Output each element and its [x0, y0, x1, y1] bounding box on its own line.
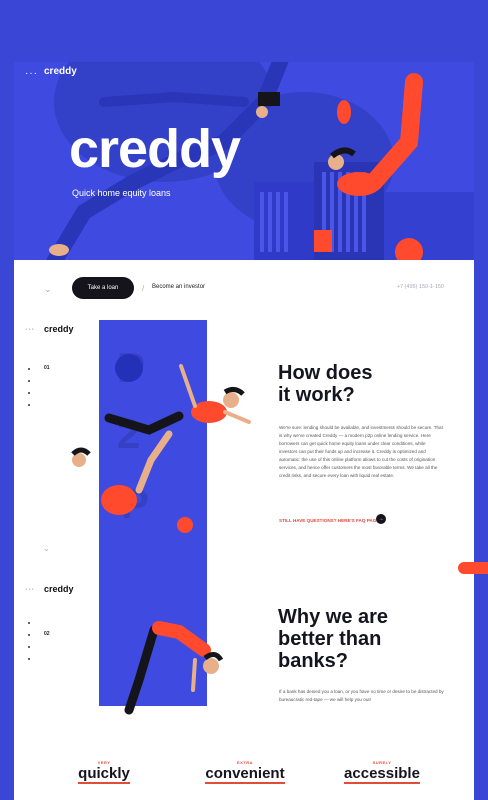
nav-bullet[interactable] [28, 634, 30, 636]
hero-section: ··· creddy creddy Quick home equity loan… [14, 62, 474, 260]
benefit-accessible: SURELY accessible [344, 760, 420, 784]
nav-bullet[interactable] [28, 658, 30, 660]
benefit-quickly: VERY quickly [78, 760, 130, 784]
menu-icon[interactable]: ··· [25, 68, 38, 79]
step-number: 02 [44, 631, 50, 637]
content-area: ··· creddy 01 ⌄ ··· creddy 02 P 2 P [14, 320, 474, 800]
side-logo[interactable]: creddy [44, 324, 74, 334]
chevron-down-icon[interactable]: ⌄ [44, 284, 52, 295]
phone-number[interactable]: +7 (495) 150-1-150 [397, 284, 444, 290]
nav-bullet[interactable] [28, 368, 30, 370]
action-bar: ⌄ Take a loan / Become an investor +7 (4… [14, 260, 474, 320]
benefit-convenient: EXTRA convenient [205, 760, 285, 784]
decorative-red-shape [458, 562, 488, 574]
illustration-column: P 2 P [71, 320, 251, 715]
figures-illustration [71, 354, 251, 715]
nav-bullet[interactable] [28, 380, 30, 382]
side-logo[interactable]: creddy [44, 584, 74, 594]
take-loan-button[interactable]: Take a loan [72, 277, 134, 299]
hero-tagline: Quick home equity loans [72, 188, 171, 198]
logo-small[interactable]: creddy [44, 66, 77, 77]
step-number: 01 [44, 365, 50, 371]
chevron-down-icon[interactable]: ⌄ [43, 544, 50, 553]
nav-bullet[interactable] [28, 622, 30, 624]
page-frame: ··· creddy creddy Quick home equity loan… [14, 62, 474, 800]
faq-link[interactable]: STILL HAVE QUESTIONS? HERE'S FAQ PAGE [279, 518, 379, 523]
section2-paragraph: If a bank has denied you a loan, or you … [279, 689, 444, 702]
hero-logo: creddy [69, 119, 241, 179]
section1-heading: How does it work? [278, 362, 373, 406]
nav-bullet[interactable] [28, 392, 30, 394]
menu-icon[interactable]: ··· [25, 586, 35, 593]
divider: / [142, 284, 145, 293]
section1-paragraph: We're sure: lending should be available,… [279, 425, 443, 478]
nav-bullet[interactable] [28, 404, 30, 406]
menu-icon[interactable]: ··· [25, 326, 35, 333]
arrow-right-icon[interactable]: → [376, 514, 386, 524]
section2-heading: Why we are better than banks? [278, 606, 389, 672]
nav-bullet[interactable] [28, 646, 30, 648]
become-investor-link[interactable]: Become an investor [152, 284, 205, 290]
